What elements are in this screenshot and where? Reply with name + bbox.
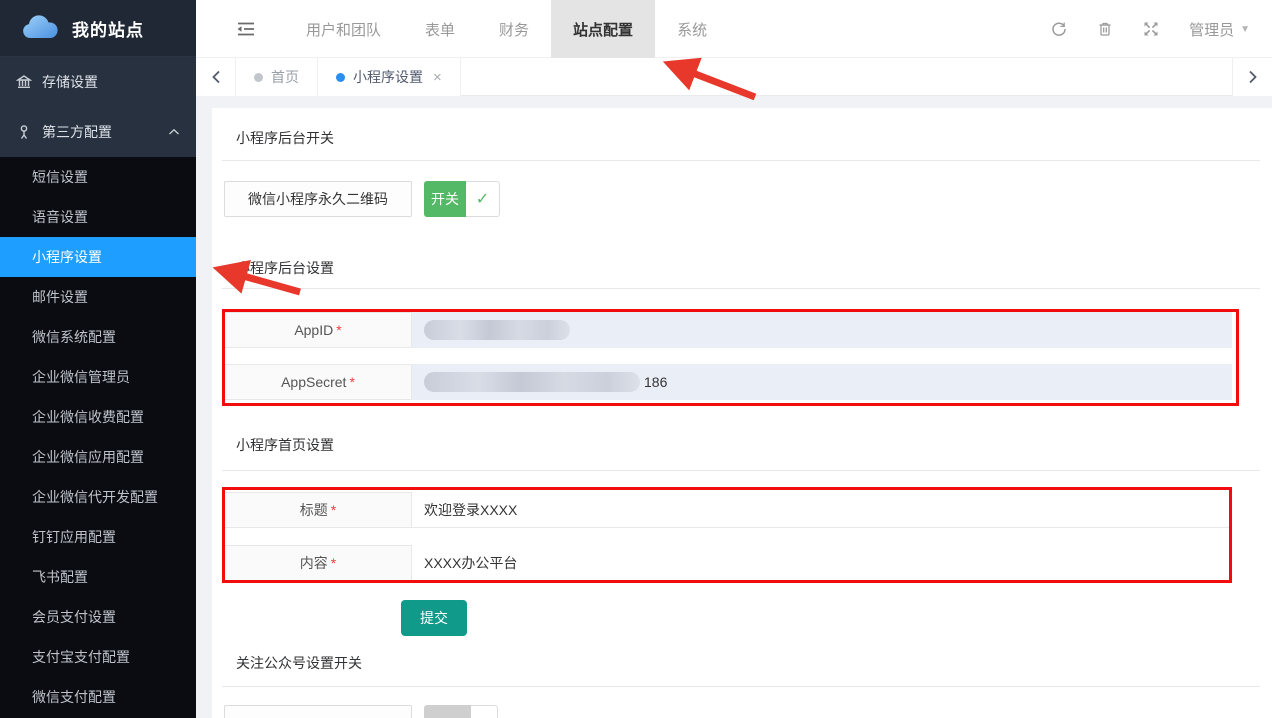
- sidebar-item-dingtalk-app[interactable]: 钉钉应用配置: [0, 517, 196, 557]
- tabs-scroll-right[interactable]: [1232, 58, 1272, 96]
- nav-item-users-teams[interactable]: 用户和团队: [284, 0, 403, 58]
- sidebar-item-wecom-dev[interactable]: 企业微信代开发配置: [0, 477, 196, 517]
- divider: [222, 160, 1260, 161]
- toggle-check-segment[interactable]: ✓: [466, 181, 500, 217]
- appsecret-value-field[interactable]: 186: [412, 364, 1232, 400]
- title-row: 标题 * 欢迎登录XXXX: [224, 492, 1232, 528]
- bank-icon: [16, 74, 32, 90]
- divider: [222, 686, 1260, 687]
- follow-setting-button[interactable]: [224, 705, 412, 718]
- field-label-text: 内容: [300, 553, 328, 573]
- sidebar-item-wechat-system[interactable]: 微信系统配置: [0, 317, 196, 357]
- toggle-on-segment[interactable]: 开关: [424, 181, 466, 217]
- field-label-text: 标题: [300, 500, 328, 520]
- caret-down-icon: ▼: [1240, 24, 1250, 35]
- section-title-backend-settings: 小程序后台设置: [236, 258, 334, 278]
- divider: [222, 288, 1260, 289]
- section-title-home-settings: 小程序首页设置: [236, 435, 334, 455]
- submit-button[interactable]: 提交: [401, 600, 467, 636]
- sidebar: 我的站点 存储设置 第三方配置 短信设置: [0, 0, 196, 718]
- title-label: 标题 *: [224, 492, 412, 528]
- tabs: 首页 小程序设置 ×: [236, 58, 461, 96]
- nav-item-finance[interactable]: 财务: [477, 0, 551, 58]
- appid-label: AppID *: [224, 312, 412, 348]
- required-asterisk: *: [336, 322, 341, 338]
- user-menu[interactable]: 管理员 ▼: [1189, 19, 1250, 40]
- tab-miniprogram-settings[interactable]: 小程序设置 ×: [318, 58, 461, 96]
- sidebar-item-mail[interactable]: 邮件设置: [0, 277, 196, 317]
- sidebar-submenu: 短信设置 语音设置 小程序设置 邮件设置 微信系统配置 企业微信管理员 企业微信…: [0, 157, 196, 717]
- wechat-qr-button[interactable]: 微信小程序永久二维码: [224, 181, 412, 217]
- appid-value-field[interactable]: [412, 312, 1232, 348]
- sidebar-item-wecom-app[interactable]: 企业微信应用配置: [0, 437, 196, 477]
- content-value-field[interactable]: XXXX办公平台: [412, 545, 1232, 581]
- content-row: 内容 * XXXX办公平台: [224, 545, 1232, 581]
- appid-row: AppID *: [224, 312, 1232, 348]
- title-value-field[interactable]: 欢迎登录XXXX: [412, 492, 1232, 528]
- expand-icon[interactable]: [1143, 21, 1159, 37]
- nav-item-forms[interactable]: 表单: [403, 0, 477, 58]
- tab-home[interactable]: 首页: [236, 58, 318, 96]
- field-label-text: AppID: [294, 322, 333, 338]
- sidebar-item-voice[interactable]: 语音设置: [0, 197, 196, 237]
- check-icon: ✓: [476, 189, 489, 209]
- follow-switch-toggle: [424, 705, 498, 718]
- tab-dot: [336, 73, 345, 82]
- chevron-up-icon: [168, 128, 180, 136]
- site-title: 我的站点: [72, 16, 144, 41]
- tabs-scroll-left[interactable]: [196, 58, 236, 96]
- section-title-follow-switch: 关注公众号设置开关: [236, 653, 362, 673]
- sidebar-group-third-party[interactable]: 第三方配置: [0, 107, 196, 157]
- cloud-logo-icon: [20, 14, 60, 42]
- sidebar-group-label: 存储设置: [42, 72, 98, 92]
- top-nav-actions: 管理员 ▼: [1051, 0, 1250, 58]
- sidebar-group-label: 第三方配置: [42, 122, 112, 142]
- sidebar-item-member-pay[interactable]: 会员支付设置: [0, 597, 196, 637]
- sidebar-item-miniprogram[interactable]: 小程序设置: [0, 237, 196, 277]
- masked-value: [424, 372, 640, 392]
- sidebar-item-wecom-billing[interactable]: 企业微信收费配置: [0, 397, 196, 437]
- sidebar-item-feishu[interactable]: 飞书配置: [0, 557, 196, 597]
- top-nav: 用户和团队 表单 财务 站点配置 系统: [196, 0, 1272, 58]
- user-name: 管理员: [1189, 19, 1234, 40]
- tab-label: 首页: [271, 67, 299, 87]
- sidebar-item-alipay[interactable]: 支付宝支付配置: [0, 637, 196, 677]
- app-window: 我的站点 存储设置 第三方配置 短信设置: [0, 0, 1272, 718]
- required-asterisk: *: [331, 555, 336, 571]
- person-icon: [16, 124, 32, 140]
- backend-switch-toggle: 开关 ✓: [424, 181, 500, 217]
- field-label-text: AppSecret: [281, 374, 346, 390]
- tab-bar: 首页 小程序设置 ×: [196, 58, 1272, 96]
- sidebar-item-wecom-admin[interactable]: 企业微信管理员: [0, 357, 196, 397]
- brand-header: 我的站点: [0, 0, 196, 57]
- required-asterisk: *: [331, 502, 336, 518]
- content-card: 小程序后台开关 微信小程序永久二维码 开关 ✓ 小程序后台设置 AppID * …: [212, 108, 1272, 718]
- masked-value: [424, 320, 570, 340]
- sidebar-item-wechat-pay[interactable]: 微信支付配置: [0, 677, 196, 717]
- tab-dot: [254, 73, 263, 82]
- nav-item-system[interactable]: 系统: [655, 0, 729, 58]
- tab-label: 小程序设置: [353, 67, 423, 87]
- menu-fold-icon[interactable]: [236, 21, 256, 37]
- section-title-backend-switch: 小程序后台开关: [236, 128, 334, 148]
- appsecret-label: AppSecret *: [224, 364, 412, 400]
- content-label: 内容 *: [224, 545, 412, 581]
- divider: [222, 470, 1260, 471]
- sidebar-item-sms[interactable]: 短信设置: [0, 157, 196, 197]
- sidebar-group-storage[interactable]: 存储设置: [0, 57, 196, 107]
- trash-icon[interactable]: [1097, 21, 1113, 37]
- top-nav-items: 用户和团队 表单 财务 站点配置 系统: [284, 0, 729, 58]
- refresh-icon[interactable]: [1051, 21, 1067, 37]
- required-asterisk: *: [349, 374, 354, 390]
- nav-item-site-config[interactable]: 站点配置: [551, 0, 655, 58]
- toggle-off-segment[interactable]: [424, 705, 471, 718]
- toggle-blank-segment[interactable]: [471, 705, 498, 718]
- appsecret-visible-suffix: 186: [644, 374, 667, 390]
- appsecret-row: AppSecret * 186: [224, 364, 1232, 400]
- close-icon[interactable]: ×: [433, 69, 442, 86]
